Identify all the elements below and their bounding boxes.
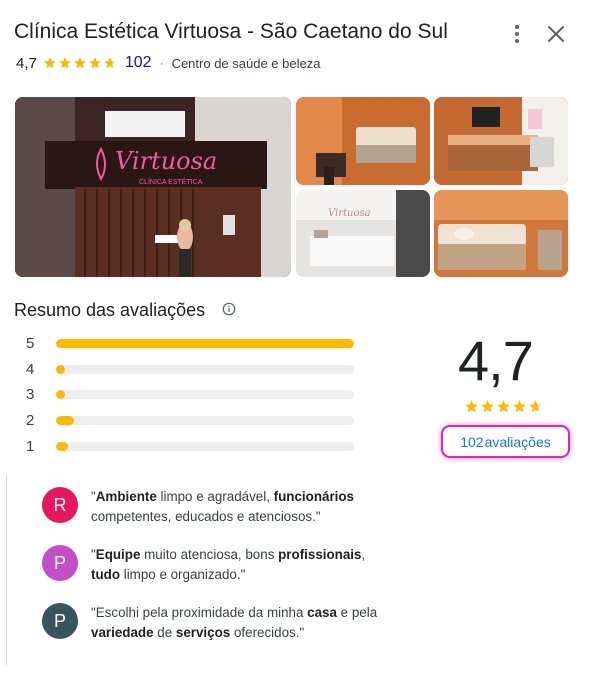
overall-rating: 4,7 [458,329,534,392]
photo-facade[interactable]: Virtuosa CLÍNICA ESTÉTICA [15,97,291,277]
snippet-fragment: muito atenciosa, bons [140,547,279,562]
snippet-fragment: "Escolhi pela proximidade da minha [91,605,308,620]
histogram-row-label: 1 [26,437,35,455]
photo-reception[interactable]: Virtuosa [296,190,430,277]
histogram-bar-fill [56,416,74,425]
photo-office[interactable] [434,97,568,185]
avatar: P [42,545,78,581]
star-icon [59,57,71,69]
snippet-fragment: , [361,547,366,562]
close-icon[interactable] [544,22,568,46]
reviews-count: 102 [460,433,484,450]
star-icon [497,400,510,413]
header-rating: 4,7 [16,54,37,72]
histogram-row-label: 3 [26,385,35,403]
star-icon [44,57,56,69]
star-icon [104,57,116,69]
histogram-row-label: 2 [26,411,35,429]
histogram-row-label: 5 [26,334,35,352]
facade-sign-text: Virtuosa [115,147,217,175]
facade-sign-subtext: CLÍNICA ESTÉTICA [139,177,203,186]
avatar: P [42,603,78,639]
histogram-bar-track [56,339,354,348]
star-icon [74,57,86,69]
snippet-fragment: oferecidos." [230,625,305,640]
histogram-bar-track [56,442,354,451]
reception-sign-text: Virtuosa [328,208,371,219]
snippet-keyword: variedade [91,625,154,640]
all-reviews-button[interactable]: 102 avaliações [441,425,570,458]
star-icon [465,400,478,413]
histogram-bar-track [56,390,354,399]
rating-meta-row: 4,7 102 · Centro de saúde e beleza [16,54,320,72]
snippet-keyword: casa [307,605,337,620]
photo-treatment-room-1[interactable] [296,97,430,185]
histogram-row: 3 [26,384,354,404]
histogram-bar-fill [56,365,65,374]
separator-dot: · [159,56,164,70]
histogram-bar-fill [56,339,354,348]
snippet-keyword: Ambiente [95,489,157,504]
snippet-fragment: limpo e agradável, [156,489,274,504]
star-icon [529,400,542,413]
snippet-keyword: profissionais [278,547,362,562]
place-title: Clínica Estética Virtuosa - São Caetano … [14,20,448,43]
histogram-row-label: 4 [26,360,35,378]
review-snippet[interactable]: R "Ambiente limpo e agradável, funcionári… [42,487,391,527]
histogram-bar-track [56,365,354,374]
review-snippet[interactable]: P "Escolhi pela proximidade da minha casa… [42,603,391,643]
histogram-bar-fill [56,442,68,451]
snippet-fragment: competentes, educados e atenciosos." [91,509,321,524]
overall-stars [464,399,543,414]
reviews-summary-title: Resumo das avaliações [14,300,206,320]
histogram-bar-track [56,416,354,425]
histogram-bar-fill [56,390,65,399]
snippet-keyword: funcionários [273,489,355,504]
snippet-fragment: de [153,625,176,640]
histogram-row: 1 [26,436,354,456]
snippet-text: "Equipe muito atenciosa, bons profission… [91,545,391,585]
info-icon[interactable] [222,302,236,316]
reviews-label: avaliações [484,433,551,450]
snippets-divider [6,475,7,665]
snippet-fragment: e pela [336,605,378,620]
histogram-row: 2 [26,410,354,430]
snippet-text: "Escolhi pela proximidade da minha casa … [91,603,391,643]
more-options-icon[interactable] [507,22,527,46]
star-icon [481,400,494,413]
star-icon [513,400,526,413]
snippet-keyword: Equipe [95,547,141,562]
header-stars [43,56,117,70]
place-category: Centro de saúde e beleza [171,55,321,71]
star-icon [89,57,101,69]
snippet-fragment: limpo e organizado." [120,567,246,582]
snippet-keyword: serviços [175,625,231,640]
histogram-row: 4 [26,359,354,379]
histogram-row: 5 [26,333,354,353]
avatar: R [42,487,78,523]
snippet-text: "Ambiente limpo e agradável, funcionário… [91,487,391,527]
review-snippet[interactable]: P "Equipe muito atenciosa, bons profissio… [42,545,391,585]
header-review-count-link[interactable]: 102 [125,54,152,72]
snippet-keyword: tudo [91,567,120,582]
photo-treatment-room-2[interactable] [434,190,568,277]
